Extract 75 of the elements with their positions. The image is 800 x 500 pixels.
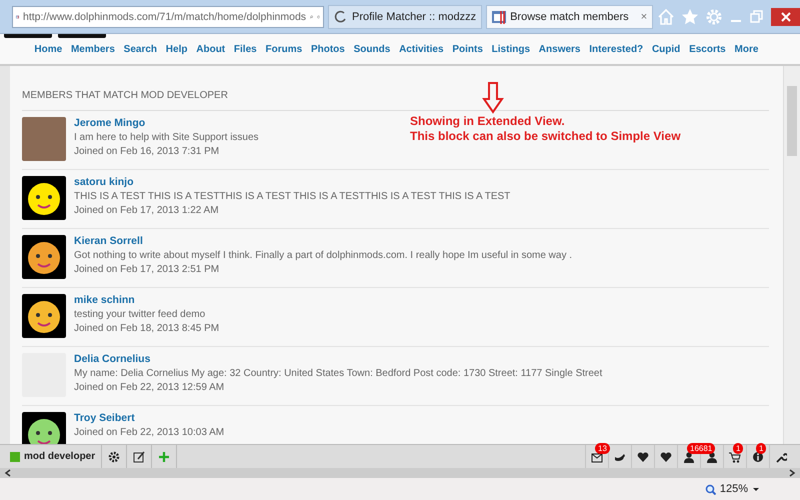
vertical-scrollbar[interactable] — [783, 66, 800, 444]
url-text: http://www.dolphinmods.com/71/m/match/home/dolphinmods — [22, 10, 306, 22]
cartoon-avatar-drawing[interactable] — [22, 412, 66, 444]
cartoon-avatar-drawing[interactable] — [22, 294, 66, 338]
caret-icon[interactable] — [752, 485, 760, 493]
annotation-text: Showing in Extended View. — [410, 114, 565, 129]
left-chevron-icon[interactable] — [4, 469, 12, 477]
nav-link[interactable]: Answers — [534, 44, 585, 55]
member-name-link[interactable]: satoru kinjo — [74, 176, 510, 188]
close-icon — [780, 10, 792, 22]
browser-tab[interactable]: Browse match members × — [486, 4, 654, 28]
member-description: Got nothing to write about myself I think. Finally a part of dolphinmods.com. I really hope Im useful in some way . — [74, 250, 572, 261]
heart-icon[interactable] — [637, 450, 649, 462]
horizontal-scrollbar[interactable] — [0, 468, 800, 478]
join-date: Joined on Feb 22, 2013 12:59 AM — [74, 382, 226, 393]
close-button[interactable] — [771, 8, 800, 26]
nav-link[interactable]: Members — [66, 44, 120, 55]
mail-icon[interactable] — [591, 450, 603, 462]
cartoon-avatar-drawing[interactable] — [22, 176, 66, 220]
nav-link[interactable]: Help — [161, 44, 192, 55]
member-name-link[interactable]: Delia Cornelius — [74, 353, 602, 365]
loading-icon — [334, 10, 348, 24]
notification-badge: 16681 — [687, 443, 716, 454]
member-description: testing your twitter feed demo — [74, 309, 206, 320]
member-description: THIS IS A TEST THIS IS A TESTTHIS IS A TEST THIS IS A TESTTHIS IS A TEST THIS IS A TEST — [74, 191, 510, 202]
username-label[interactable]: mod developer — [24, 451, 96, 462]
edit-icon[interactable] — [133, 450, 146, 462]
zoom-level[interactable]: 125% — [720, 483, 748, 495]
nav-link[interactable]: Escorts — [684, 44, 730, 55]
member-name-link[interactable]: Kieran Sorrell — [74, 235, 572, 247]
heart-icon[interactable] — [660, 450, 672, 462]
star-icon[interactable] — [681, 8, 700, 26]
join-date: Joined on Feb 22, 2013 10:03 AM — [74, 427, 224, 438]
join-date: Joined on Feb 16, 2013 7:31 PM — [74, 146, 220, 157]
down-arrow-icon — [482, 82, 504, 114]
logo-fragment — [4, 34, 52, 38]
join-date: Joined on Feb 17, 2013 2:51 PM — [74, 264, 220, 275]
nav-link[interactable]: Search — [119, 44, 162, 55]
block-title: MEMBERS THAT MATCH MOD DEVELOPER — [22, 90, 769, 111]
notification-badge: 1 — [756, 443, 766, 454]
join-date: Joined on Feb 18, 2013 8:45 PM — [74, 323, 220, 334]
nav-link[interactable]: Files — [230, 44, 262, 55]
right-chevron-icon[interactable] — [788, 469, 796, 477]
member-description: I am here to help with Site Support issues — [74, 132, 259, 143]
cart-icon[interactable] — [729, 450, 741, 462]
person-icon[interactable] — [706, 450, 718, 462]
notification-badge: 1 — [733, 443, 744, 454]
nav-link[interactable]: About — [192, 44, 230, 55]
nav-link[interactable]: Sounds — [349, 44, 395, 55]
nav-link[interactable]: More — [730, 44, 763, 55]
address-bar[interactable]: http://www.dolphinmods.com/71/m/match/home/dolphinmods — [12, 6, 324, 28]
notification-badge: 13 — [595, 443, 610, 454]
member-name-link[interactable]: Jerome Mingo — [74, 117, 259, 129]
zoom-icon[interactable] — [704, 484, 716, 494]
nav-link[interactable]: Photos — [306, 44, 350, 55]
nav-link[interactable]: Points — [448, 44, 488, 55]
nav-link[interactable]: Interested? — [584, 44, 648, 55]
nav-link[interactable]: Listings — [487, 44, 534, 55]
member-name-link[interactable]: mike schinn — [74, 294, 220, 306]
nav-link[interactable]: Activities — [394, 44, 448, 55]
logo-fragment — [58, 34, 106, 38]
join-date: Joined on Feb 17, 2013 1:22 AM — [74, 205, 220, 216]
nav-link[interactable]: Forums — [261, 44, 307, 55]
cartoon-avatar-drawing[interactable] — [22, 235, 66, 279]
annotation-text: This block can also be switched to Simple View — [410, 129, 681, 144]
member-description: My name: Delia Cornelius My age: 32 Country: United States Town: Bedford Post code: 1730 Street: 1177 Single Street — [74, 368, 602, 379]
person-icon[interactable] — [683, 450, 695, 462]
nav-link[interactable]: Cupid — [648, 44, 685, 55]
member-name-link[interactable]: Troy Seibert — [74, 412, 224, 424]
settings-icon[interactable] — [108, 450, 120, 462]
online-status-icon — [10, 452, 20, 462]
nav-link[interactable]: Home — [30, 44, 67, 55]
page-icon — [492, 10, 506, 24]
browser-tab[interactable]: Profile Matcher :: modzzz — [328, 4, 482, 28]
tab-close-button[interactable]: × — [640, 10, 648, 22]
